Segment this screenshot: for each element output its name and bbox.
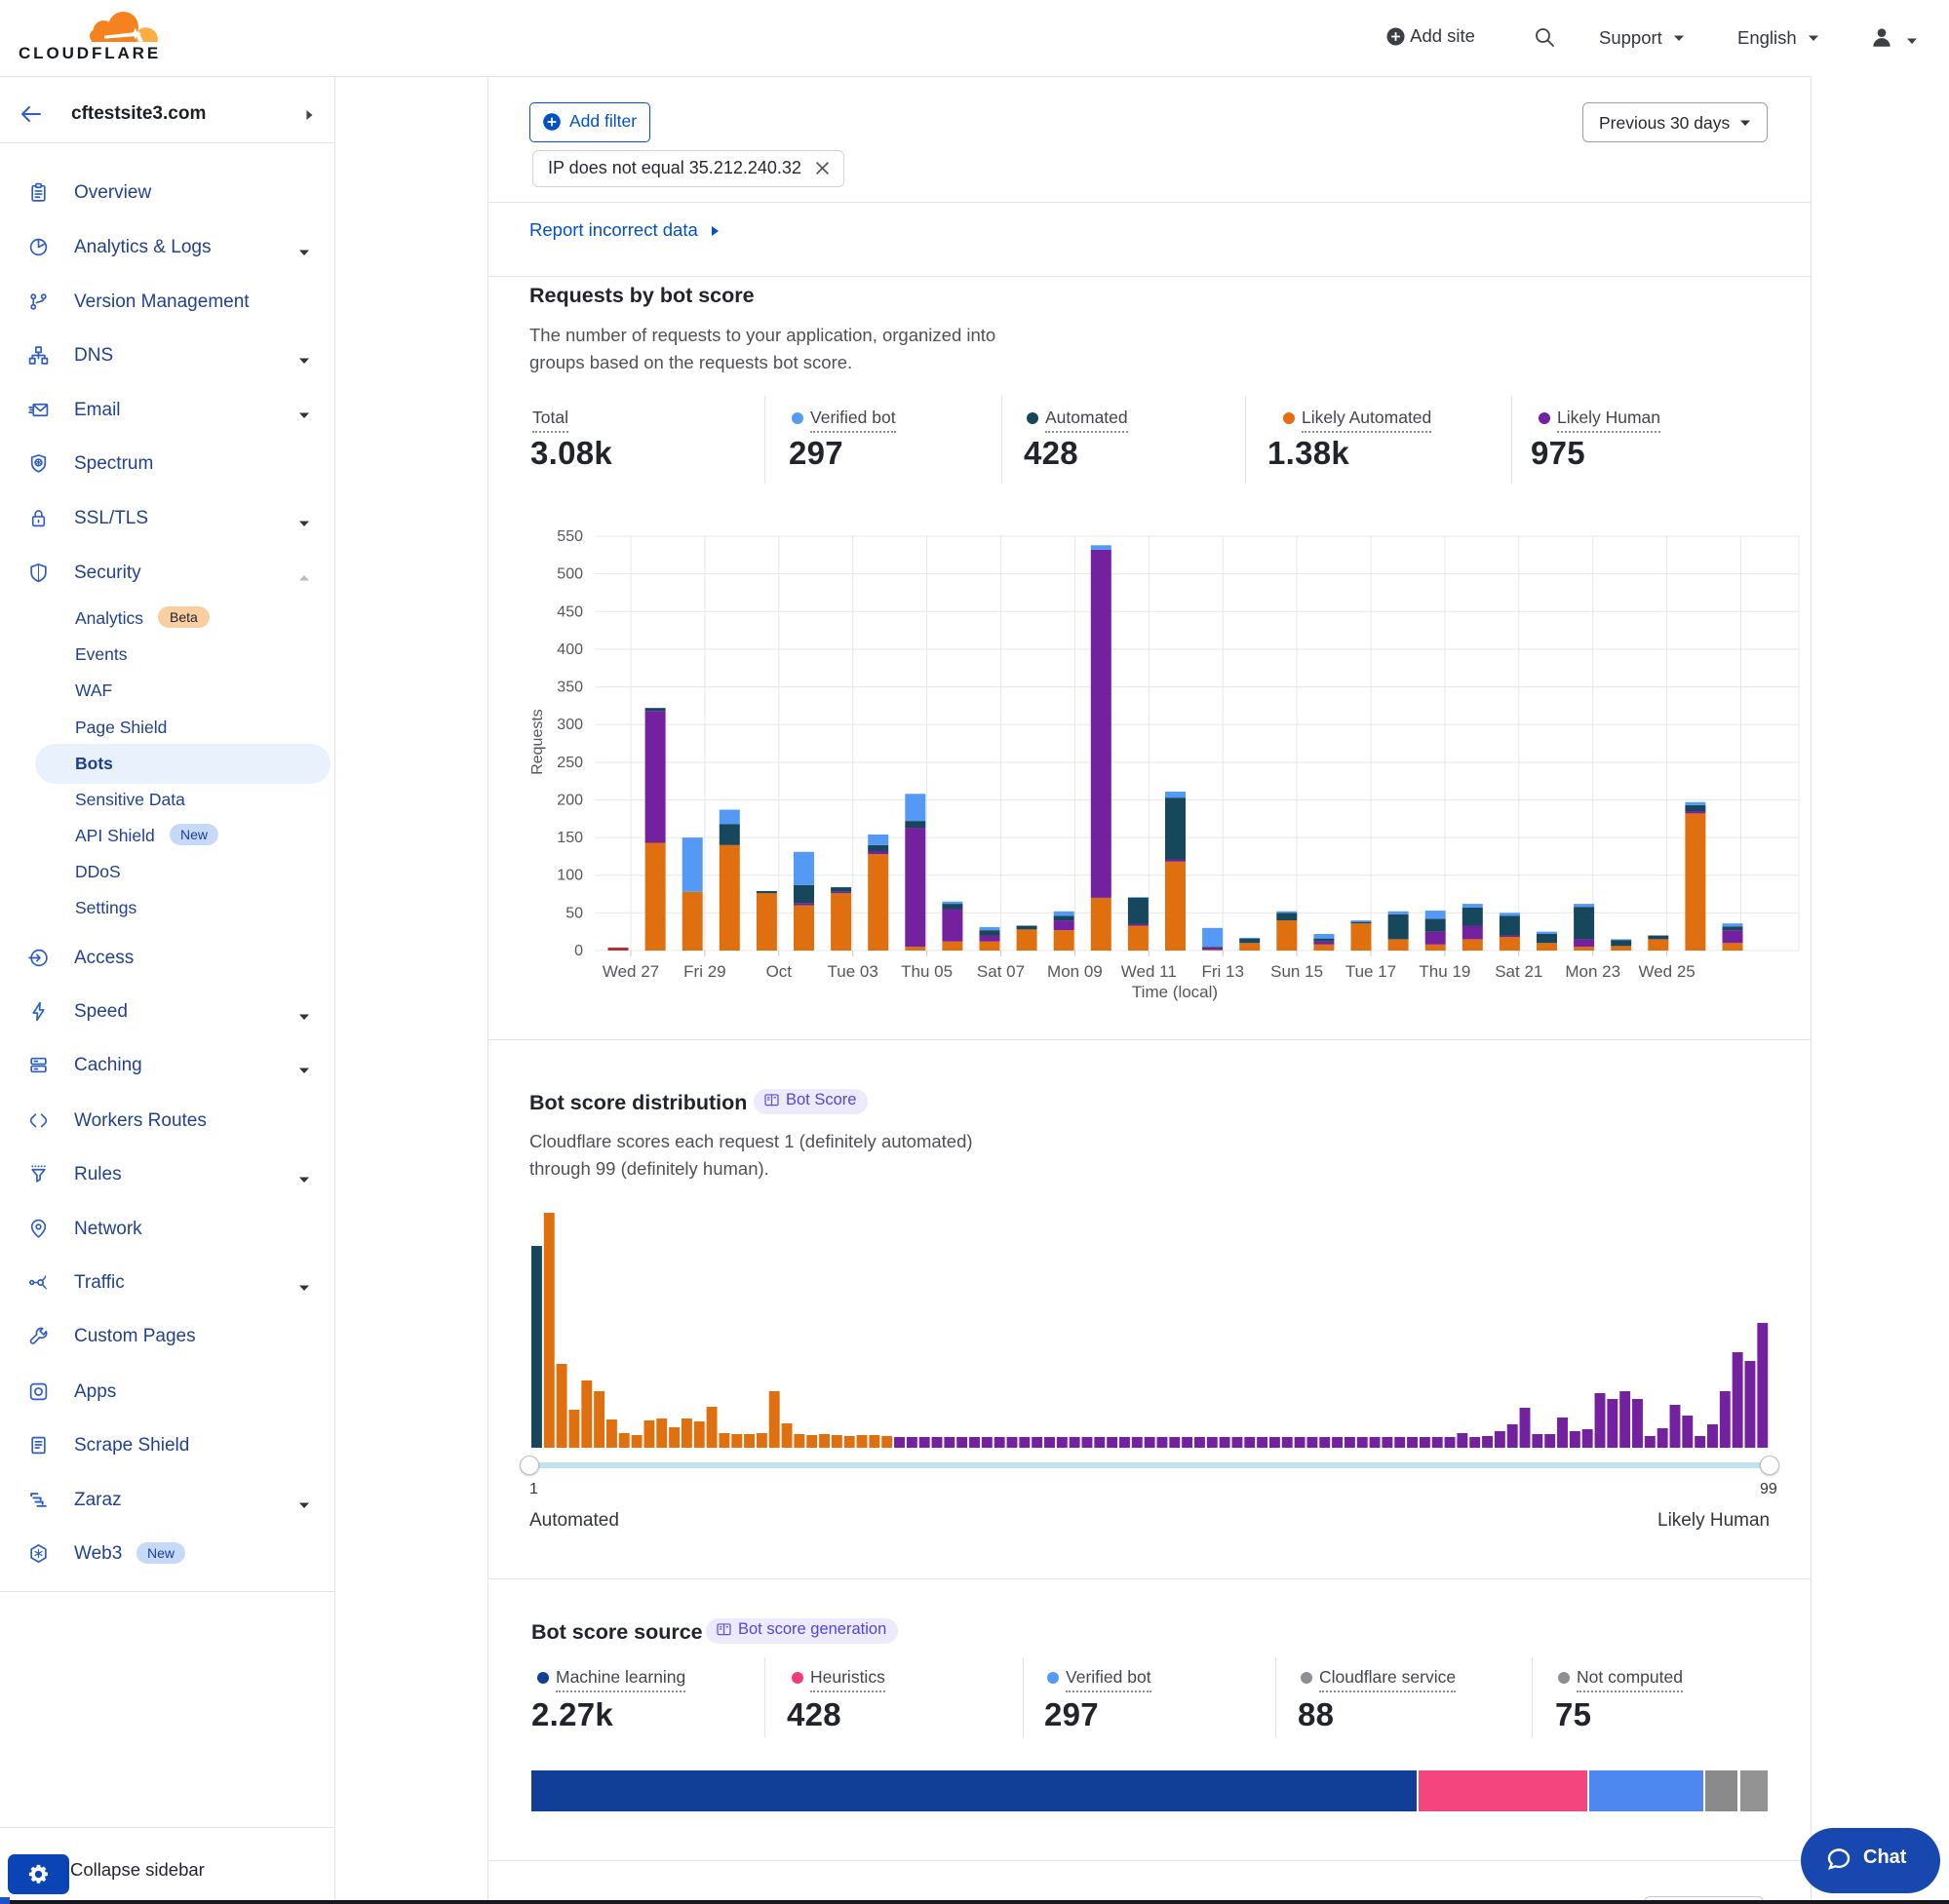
svg-text:50: 50: [565, 905, 583, 921]
svg-text:Wed 25: Wed 25: [1638, 962, 1695, 981]
svg-text:Fri 13: Fri 13: [1201, 962, 1243, 981]
svg-text:350: 350: [557, 680, 583, 696]
svg-text:Tue 03: Tue 03: [828, 962, 878, 981]
svg-text:Time (local): Time (local): [1132, 983, 1218, 1001]
svg-text:300: 300: [557, 717, 583, 733]
svg-text:250: 250: [557, 755, 583, 771]
svg-text:500: 500: [557, 566, 583, 583]
svg-text:Wed 11: Wed 11: [1121, 962, 1177, 981]
svg-text:Mon 09: Mon 09: [1047, 962, 1103, 981]
svg-text:0: 0: [574, 943, 583, 959]
svg-text:CLOUDFLARE: CLOUDFLARE: [19, 44, 161, 62]
svg-text:550: 550: [557, 528, 583, 545]
svg-text:Mon 23: Mon 23: [1565, 962, 1620, 981]
svg-text:100: 100: [557, 868, 583, 884]
svg-text:400: 400: [557, 641, 583, 658]
svg-text:Requests: Requests: [529, 709, 546, 775]
svg-text:150: 150: [557, 830, 583, 846]
svg-text:Fri 29: Fri 29: [683, 962, 725, 981]
svg-text:Wed 27: Wed 27: [603, 962, 659, 981]
svg-text:Thu 19: Thu 19: [1419, 962, 1470, 981]
svg-text:Thu 05: Thu 05: [901, 962, 953, 981]
svg-text:200: 200: [557, 792, 583, 808]
svg-text:Tue 17: Tue 17: [1345, 962, 1396, 981]
svg-text:Sat 07: Sat 07: [977, 962, 1025, 981]
svg-text:Oct: Oct: [766, 962, 793, 981]
svg-text:Sat 21: Sat 21: [1495, 962, 1542, 981]
svg-text:450: 450: [557, 603, 583, 620]
svg-text:Sun 15: Sun 15: [1270, 962, 1323, 981]
